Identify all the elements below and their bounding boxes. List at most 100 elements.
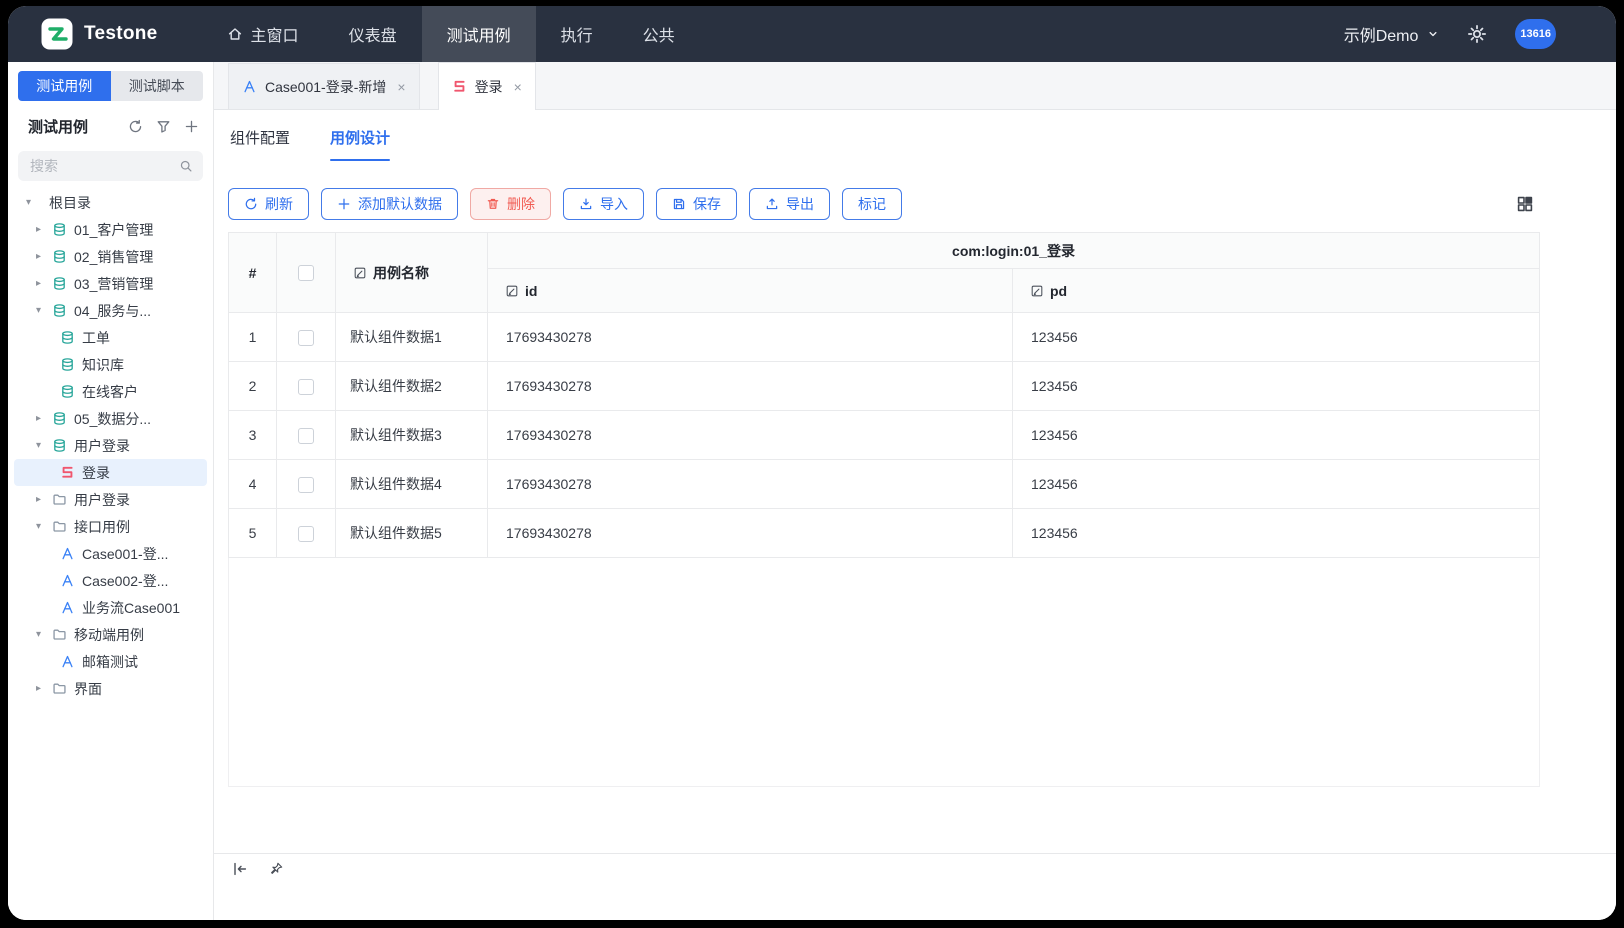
tree-item-bizflow-case001[interactable]: 业务流Case001: [14, 594, 207, 621]
caret-right-icon[interactable]: ▸: [36, 414, 52, 424]
tree-item-03-marketing-mgmt[interactable]: ▸03_营销管理: [14, 270, 207, 297]
sidebar: 测试用例 测试脚本 测试用例 ▾根目录▸01_客户管理▸02_销售管理▸03_营…: [8, 62, 214, 920]
doc-tab-case001[interactable]: Case001-登录-新增 ×: [228, 63, 420, 109]
tree-item-case001[interactable]: Case001-登...: [14, 540, 207, 567]
tree-item-user-login-folder[interactable]: ▸ 用户登录: [14, 486, 207, 513]
search-input[interactable]: [30, 158, 179, 174]
nav-item-common[interactable]: 公共: [618, 6, 700, 62]
tree-item-user-login-group[interactable]: ▾用户登录: [14, 432, 207, 459]
tree-item-mobile-cases[interactable]: ▾移动端用例: [14, 621, 207, 648]
caret-right-icon[interactable]: ▸: [36, 252, 52, 262]
tab-test-scripts[interactable]: 测试脚本: [111, 71, 204, 101]
pd-value-cell[interactable]: 123456: [1013, 362, 1540, 411]
save-button[interactable]: 保存: [656, 188, 737, 220]
id-value-cell[interactable]: 17693430278: [488, 362, 1013, 411]
row-checkbox[interactable]: [298, 428, 314, 444]
tree-item-api-cases[interactable]: ▾接口用例: [14, 513, 207, 540]
caret-right-icon[interactable]: ▸: [36, 495, 52, 505]
doc-tab-login[interactable]: 登录 ×: [438, 62, 536, 110]
case-name-cell[interactable]: 默认组件数据2: [336, 362, 488, 411]
id-value-cell[interactable]: 17693430278: [488, 313, 1013, 362]
id-value-cell[interactable]: 17693430278: [488, 411, 1013, 460]
caret-right-icon[interactable]: ▸: [36, 279, 52, 289]
refresh-button[interactable]: 刷新: [228, 188, 309, 220]
case-icon: [60, 546, 75, 561]
tree-item-mailbox-test[interactable]: 邮箱测试: [14, 648, 207, 675]
sidebar-tabs: 测试用例 测试脚本: [18, 71, 203, 101]
nav-item-execute[interactable]: 执行: [536, 6, 618, 62]
nav-item-dashboard[interactable]: 仪表盘: [324, 6, 422, 62]
delete-button[interactable]: 删除: [470, 188, 551, 220]
pd-value-cell[interactable]: 123456: [1013, 509, 1540, 558]
tree-item-online-customer[interactable]: 在线客户: [14, 378, 207, 405]
caret-down-icon[interactable]: ▾: [36, 441, 52, 451]
nav-item-main-window[interactable]: 主窗口: [202, 6, 324, 62]
row-select-cell: [277, 411, 336, 460]
close-icon[interactable]: ×: [397, 79, 405, 95]
brand[interactable]: Testone: [40, 6, 158, 62]
case-name-cell[interactable]: 默认组件数据3: [336, 411, 488, 460]
plus-icon: [337, 197, 351, 211]
add-default-data-button[interactable]: 添加默认数据: [321, 188, 458, 220]
notification-badge[interactable]: 13616: [1515, 19, 1556, 49]
env-select[interactable]: 示例Demo: [1344, 22, 1440, 46]
tree-item-label: 用户登录: [74, 490, 130, 510]
id-value-cell[interactable]: 17693430278: [488, 460, 1013, 509]
close-icon[interactable]: ×: [514, 79, 522, 95]
tree-item-work-order[interactable]: 工单: [14, 324, 207, 351]
nav-item-label: 公共: [643, 22, 675, 46]
folder-icon: [52, 681, 67, 696]
case-name-cell[interactable]: 默认组件数据4: [336, 460, 488, 509]
mark-button[interactable]: 标记: [842, 188, 902, 220]
refresh-icon[interactable]: [128, 119, 143, 134]
db-icon: [60, 357, 75, 372]
row-checkbox[interactable]: [298, 379, 314, 395]
tree-item-label: 工单: [82, 328, 110, 348]
caret-down-icon[interactable]: ▾: [26, 198, 42, 208]
tree-item-login[interactable]: 登录: [14, 459, 207, 486]
tree-item-ui-folder[interactable]: ▸界面: [14, 675, 207, 702]
id-value-cell[interactable]: 17693430278: [488, 509, 1013, 558]
caret-right-icon[interactable]: ▸: [36, 684, 52, 694]
tree-item-label: 04_服务与...: [74, 301, 151, 321]
pd-value-cell[interactable]: 123456: [1013, 460, 1540, 509]
nav-item-label: 测试用例: [447, 22, 511, 46]
case-name-cell[interactable]: 默认组件数据5: [336, 509, 488, 558]
filter-icon[interactable]: [156, 119, 171, 134]
collapse-panel-icon[interactable]: [232, 861, 248, 877]
tab-component-config[interactable]: 组件配置: [230, 127, 290, 161]
tree-item-02-sales-mgmt[interactable]: ▸02_销售管理: [14, 243, 207, 270]
row-checkbox[interactable]: [298, 477, 314, 493]
gear-icon[interactable]: [1467, 24, 1487, 44]
toolbar: 刷新添加默认数据删除导入保存导出标记: [214, 170, 1616, 232]
tree-item-01-customer-mgmt[interactable]: ▸01_客户管理: [14, 216, 207, 243]
pd-value-cell[interactable]: 123456: [1013, 313, 1540, 362]
caret-down-icon[interactable]: ▾: [36, 306, 52, 316]
tree-item-04-service[interactable]: ▾ 04_服务与...: [14, 297, 207, 324]
add-node-icon[interactable]: [184, 119, 199, 134]
tree-item-knowledge-base[interactable]: 知识库: [14, 351, 207, 378]
tab-case-design[interactable]: 用例设计: [330, 127, 390, 161]
case-icon: [60, 654, 75, 669]
pd-value-cell[interactable]: 123456: [1013, 411, 1540, 460]
case-icon: [60, 600, 75, 615]
caret-right-icon[interactable]: ▸: [36, 225, 52, 235]
id-header-label: id: [525, 283, 537, 299]
caret-down-icon[interactable]: ▾: [36, 630, 52, 640]
nav-item-test-cases[interactable]: 测试用例: [422, 6, 536, 62]
import-button[interactable]: 导入: [563, 188, 644, 220]
row-checkbox[interactable]: [298, 330, 314, 346]
tab-test-cases[interactable]: 测试用例: [18, 71, 111, 101]
tree-item-root-dir[interactable]: ▾根目录: [14, 189, 207, 216]
case-name-cell[interactable]: 默认组件数据1: [336, 313, 488, 362]
row-checkbox[interactable]: [298, 526, 314, 542]
caret-down-icon[interactable]: ▾: [36, 522, 52, 532]
tree-item-05-data-analysis[interactable]: ▸05_数据分...: [14, 405, 207, 432]
select-all-checkbox[interactable]: [298, 265, 314, 281]
search-icon[interactable]: [179, 159, 193, 173]
pin-icon[interactable]: [268, 861, 284, 877]
export-button[interactable]: 导出: [749, 188, 830, 220]
tree-item-case002[interactable]: Case002-登...: [14, 567, 207, 594]
tree-item-label: 在线客户: [82, 382, 138, 402]
layout-grid-icon[interactable]: [1516, 195, 1534, 213]
